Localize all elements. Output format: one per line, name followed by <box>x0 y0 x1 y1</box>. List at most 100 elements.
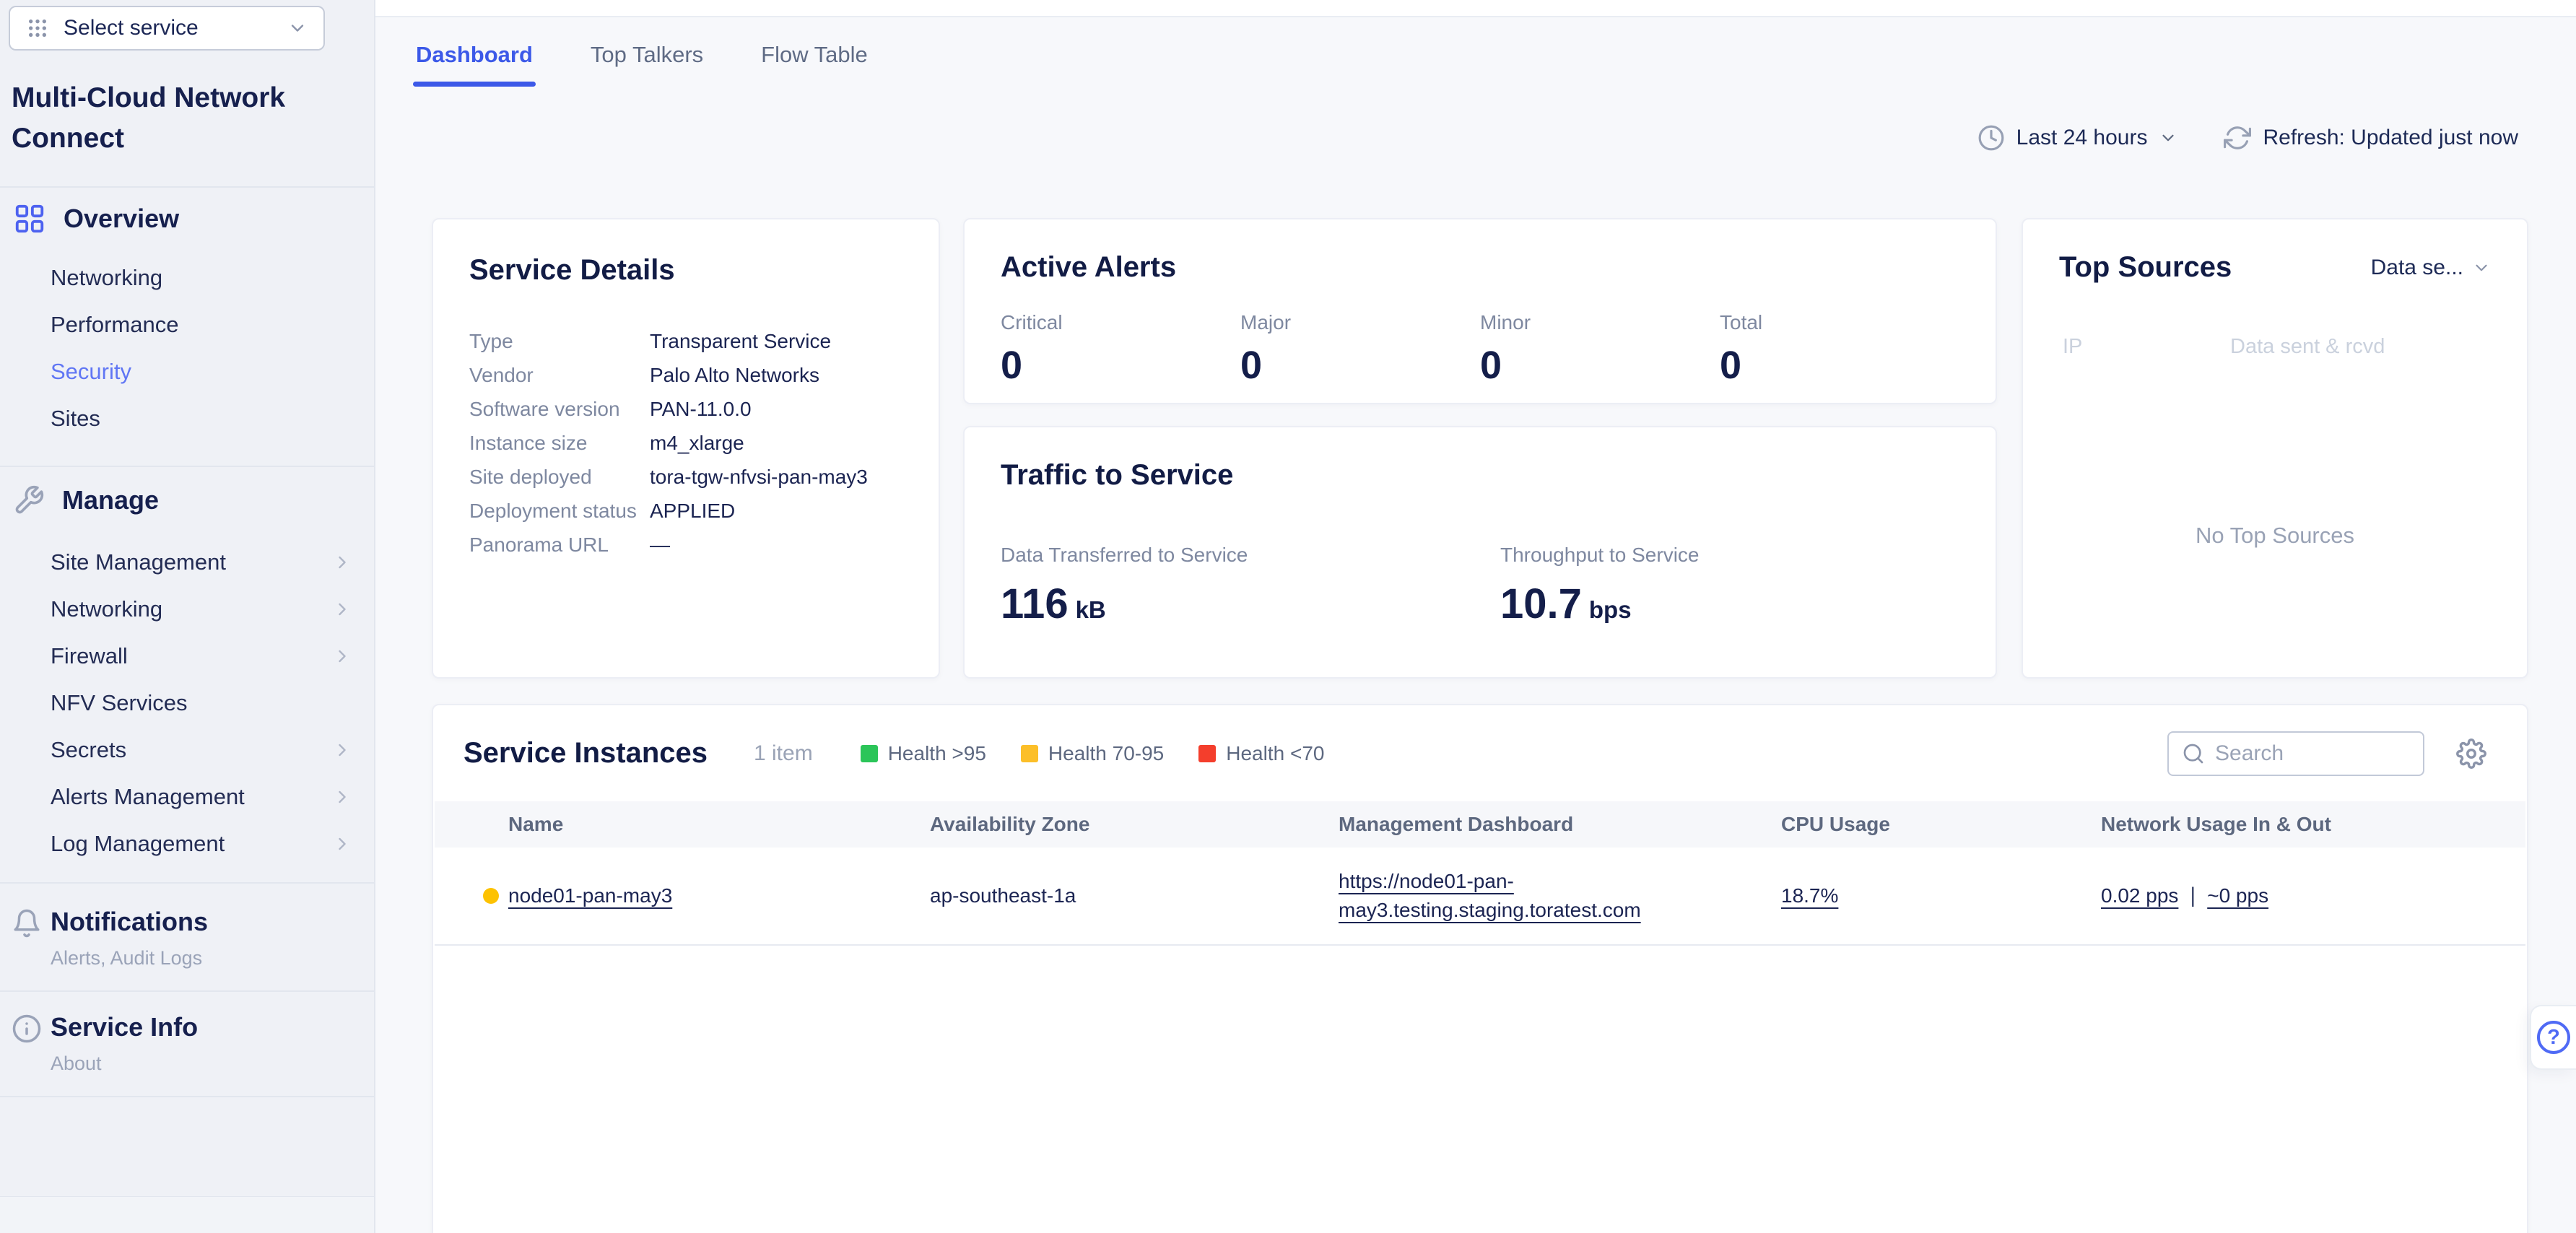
instance-name-link[interactable]: node01-pan-may3 <box>508 884 672 907</box>
management-dashboard-link[interactable]: https://node01-pan-may3.testing.staging.… <box>1339 867 1779 925</box>
traffic-metrics: Data Transferred to Service 116kB Throug… <box>1001 544 1959 628</box>
app-title: Multi-Cloud Network Connect <box>12 78 351 159</box>
alert-metric-total: Total 0 <box>1720 311 1959 388</box>
top-strip <box>375 0 2576 17</box>
sidebar-item-notifications[interactable]: Notifications Alerts, Audit Logs <box>51 907 208 970</box>
column-header-cpu: CPU Usage <box>1781 813 1890 836</box>
divider <box>0 1096 374 1097</box>
sidebar-item-alerts-management[interactable]: Alerts Management <box>0 773 374 820</box>
instances-header: Service Instances 1 item Health >95 Heal… <box>464 705 2486 801</box>
search-box <box>2167 731 2424 776</box>
top-sources-card: Top Sources Data se... IP Data sent & rc… <box>2022 218 2528 679</box>
help-icon: ? <box>2537 1021 2570 1054</box>
column-header-network: Network Usage In & Out <box>2101 813 2331 836</box>
sidebar: Select service Multi-Cloud Network Conne… <box>0 0 375 1233</box>
legend-swatch-red <box>1198 745 1216 762</box>
chevron-down-icon <box>2472 258 2491 277</box>
health-status-dot <box>483 888 499 904</box>
divider <box>0 186 374 188</box>
sidebar-item-networking[interactable]: Networking <box>0 254 374 301</box>
detail-row: Software versionPAN-11.0.0 <box>469 392 902 426</box>
alert-metric-major: Major 0 <box>1240 311 1480 388</box>
service-selector-label: Select service <box>64 16 273 40</box>
traffic-card: Traffic to Service Data Transferred to S… <box>963 426 1997 679</box>
bell-icon <box>12 908 42 938</box>
overview-grid-icon <box>13 202 46 235</box>
refresh-label: Refresh: Updated just now <box>2263 126 2518 150</box>
column-header-name: Name <box>508 813 563 836</box>
card-title: Traffic to Service <box>1001 459 1959 492</box>
sidebar-item-site-management[interactable]: Site Management <box>0 539 374 585</box>
sidebar-item-nfv-services[interactable]: NFV Services <box>0 679 374 726</box>
throughput-metric: Throughput to Service 10.7bps <box>1500 544 1700 628</box>
nav-section-overview[interactable]: Overview <box>13 202 179 235</box>
legend-health-bad: Health <70 <box>1198 742 1324 765</box>
detail-row: TypeTransparent Service <box>469 324 902 358</box>
wrench-icon <box>13 484 45 516</box>
health-legend: Health >95 Health 70-95 Health <70 <box>861 742 1325 765</box>
table-settings-button[interactable] <box>2456 739 2486 769</box>
overview-nav-list: Networking Performance Security Sites <box>0 254 374 442</box>
search-icon <box>2182 742 2205 765</box>
detail-row: VendorPalo Alto Networks <box>469 358 902 392</box>
network-in-link[interactable]: 0.02 pps <box>2101 884 2178 907</box>
screen: Select service Multi-Cloud Network Conne… <box>0 0 2576 1233</box>
alert-metric-minor: Minor 0 <box>1480 311 1720 388</box>
sidebar-item-security[interactable]: Security <box>0 348 374 395</box>
instances-actions <box>2167 731 2486 776</box>
sidebar-item-sites[interactable]: Sites <box>0 395 374 442</box>
network-usage-cell: 0.02 pps | ~0 pps <box>2101 884 2268 908</box>
detail-row: Deployment statusAPPLIED <box>469 494 902 528</box>
network-out-link[interactable]: ~0 pps <box>2207 884 2268 907</box>
top-sources-metric-selector[interactable]: Data se... <box>2371 256 2491 280</box>
chevron-right-icon <box>332 740 352 760</box>
refresh-button[interactable]: Refresh: Updated just now <box>2224 124 2518 152</box>
divider <box>0 882 374 884</box>
sidebar-item-service-info[interactable]: Service Info About <box>51 1012 198 1075</box>
sidebar-footer <box>0 1197 374 1233</box>
refresh-icon <box>2224 124 2251 152</box>
help-button[interactable]: ? <box>2530 1005 2576 1070</box>
sidebar-item-networking-manage[interactable]: Networking <box>0 585 374 632</box>
time-range-selector[interactable]: Last 24 hours <box>1977 124 2178 152</box>
sidebar-item-performance[interactable]: Performance <box>0 301 374 348</box>
chevron-down-icon <box>2159 128 2177 147</box>
search-input[interactable] <box>2215 741 2410 766</box>
divider <box>0 990 374 992</box>
divider <box>0 466 374 467</box>
nav-section-manage[interactable]: Manage <box>13 484 159 516</box>
column-header-zone: Availability Zone <box>930 813 1089 836</box>
tab-bar: Dashboard Top Talkers Flow Table <box>416 42 868 87</box>
column-header-dashboard: Management Dashboard <box>1339 813 1573 836</box>
card-title: Service Details <box>469 254 902 287</box>
cpu-usage-link[interactable]: 18.7% <box>1781 884 1838 907</box>
legend-health-warn: Health 70-95 <box>1021 742 1164 765</box>
service-selector[interactable]: Select service <box>9 6 325 51</box>
sidebar-item-secrets[interactable]: Secrets <box>0 726 374 773</box>
tab-dashboard[interactable]: Dashboard <box>416 42 533 87</box>
column-header-ip: IP <box>2063 335 2082 359</box>
sidebar-item-firewall[interactable]: Firewall <box>0 632 374 679</box>
info-icon <box>12 1014 42 1044</box>
legend-health-good: Health >95 <box>861 742 986 765</box>
alert-metrics: Critical 0 Major 0 Minor 0 Total 0 <box>1001 311 1959 388</box>
item-count: 1 item <box>754 741 813 766</box>
chevron-right-icon <box>332 552 352 572</box>
clock-icon <box>1977 124 2005 152</box>
legend-swatch-green <box>861 745 878 762</box>
availability-zone-value: ap-southeast-1a <box>930 884 1076 907</box>
sidebar-item-log-management[interactable]: Log Management <box>0 820 374 867</box>
service-details-card: Service Details TypeTransparent Service … <box>432 218 940 679</box>
table-header: Name Availability Zone Management Dashbo… <box>435 801 2525 848</box>
chevron-right-icon <box>332 599 352 619</box>
detail-row: Instance sizem4_xlarge <box>469 426 902 460</box>
table-row: node01-pan-may3 ap-southeast-1a https://… <box>435 848 2525 946</box>
dashboard-toolbar: Last 24 hours Refresh: Updated just now <box>1977 124 2518 152</box>
detail-row: Panorama URL— <box>469 528 902 562</box>
nav-section-label: Overview <box>64 204 179 234</box>
chevron-right-icon <box>332 834 352 854</box>
card-title: Active Alerts <box>1001 251 1959 284</box>
tab-flow-table[interactable]: Flow Table <box>761 42 868 87</box>
tab-top-talkers[interactable]: Top Talkers <box>591 42 703 87</box>
gear-icon <box>2456 739 2486 769</box>
